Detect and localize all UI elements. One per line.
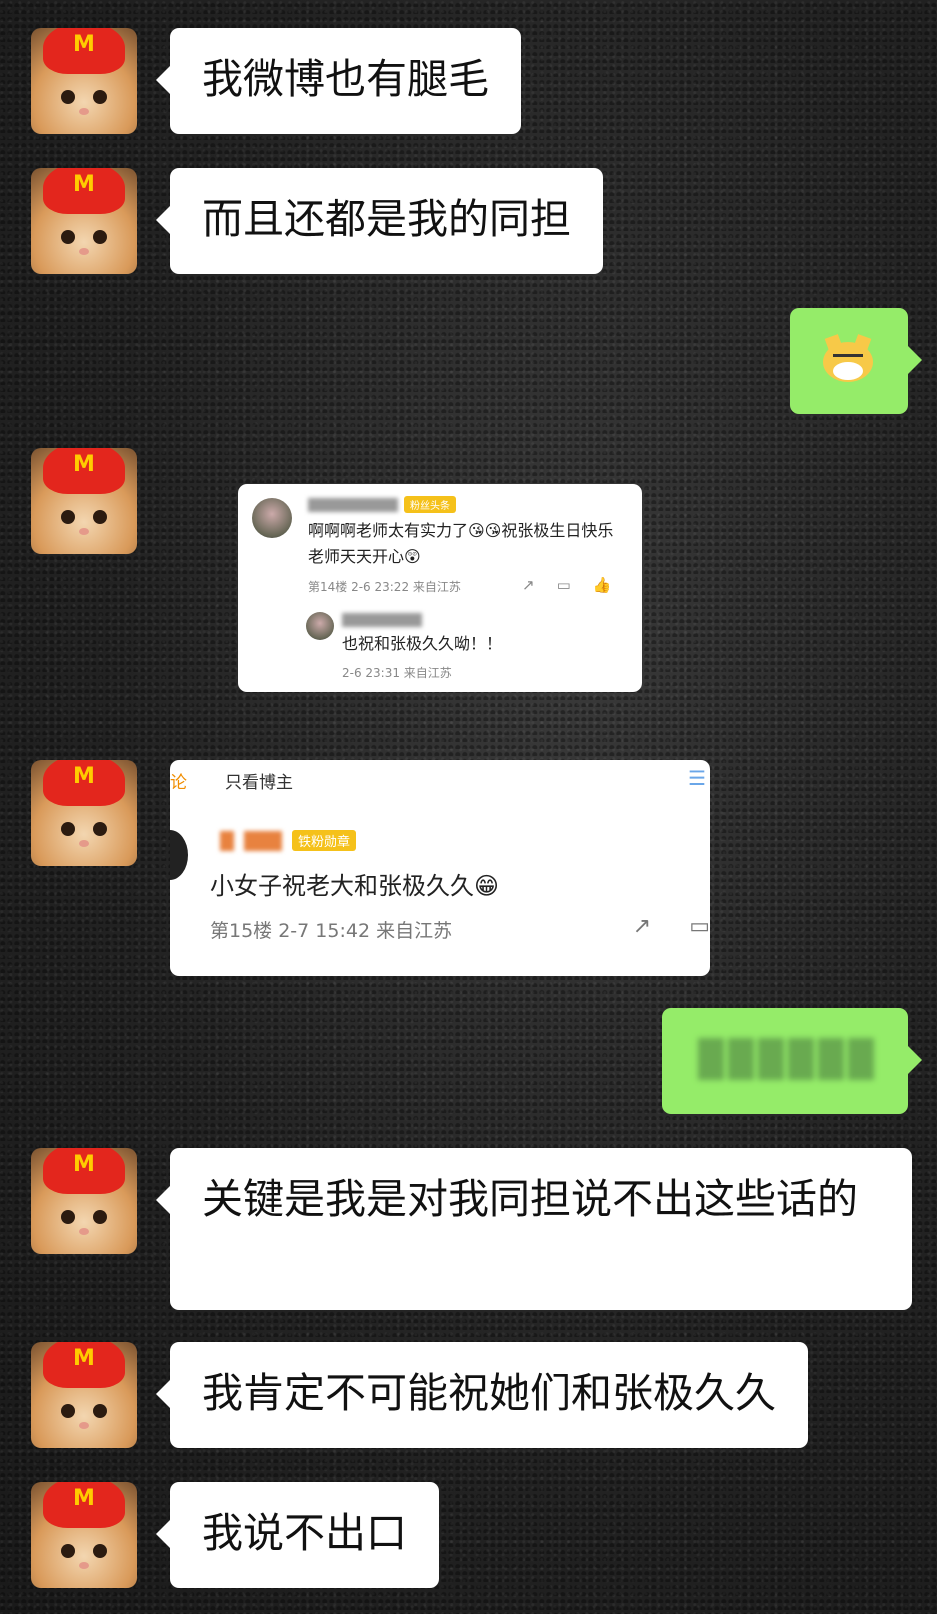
hat-icon: M bbox=[43, 760, 125, 806]
avatar[interactable]: M bbox=[31, 1342, 137, 1448]
image-message[interactable]: 论 只看博主 ☰ 铁粉勋章 小女子祝老大和张极久久😁 第15楼 2-7 15:4… bbox=[170, 760, 710, 976]
comment-meta: 第15楼 2-7 15:42 来自江苏 bbox=[210, 920, 453, 942]
message-text: 我微博也有腿毛 bbox=[202, 55, 489, 103]
avatar[interactable]: M bbox=[31, 28, 137, 134]
message-bubble[interactable]: 关键是我是对我同担说不出这些话的 bbox=[156, 1148, 912, 1310]
hat-icon: M bbox=[43, 1482, 125, 1528]
reply-text: 也祝和张极久久呦！！ bbox=[342, 634, 503, 653]
commenter-avatar bbox=[170, 830, 188, 880]
avatar[interactable]: M bbox=[31, 760, 137, 866]
avatar[interactable]: M bbox=[31, 1482, 137, 1588]
message-bubble-self[interactable] bbox=[662, 1008, 922, 1114]
hat-icon: M bbox=[43, 448, 125, 494]
commenter-name: 粉丝头条 bbox=[308, 496, 456, 513]
reply-avatar bbox=[306, 612, 334, 640]
message-text: 我说不出口 bbox=[202, 1509, 407, 1557]
share-icon: ↗ bbox=[632, 914, 652, 939]
avatar[interactable]: M bbox=[31, 1148, 137, 1254]
commenter-name: 铁粉勋章 bbox=[220, 830, 357, 851]
hat-icon: M bbox=[43, 168, 125, 214]
comment-text: 小女子祝老大和张极久久😁 bbox=[210, 872, 500, 900]
message-bubble[interactable]: 我说不出口 bbox=[156, 1482, 439, 1588]
message-bubble[interactable]: 我肯定不可能祝她们和张极久久 bbox=[156, 1342, 808, 1448]
hat-icon: M bbox=[43, 1148, 125, 1194]
comment-meta: 第14楼 2-6 23:22 来自江苏 bbox=[308, 580, 461, 594]
filter-only-poster: 只看博主 bbox=[225, 773, 293, 793]
hat-icon: M bbox=[43, 28, 125, 74]
avatar[interactable]: M bbox=[31, 168, 137, 274]
menu-icon: ☰ bbox=[688, 766, 706, 790]
share-icon: ↗ bbox=[522, 576, 535, 594]
like-icon: 👍 bbox=[592, 576, 612, 594]
fan-badge: 铁粉勋章 bbox=[292, 830, 357, 851]
fan-badge: 粉丝头条 bbox=[404, 496, 456, 513]
tab-comments: 论 bbox=[170, 773, 187, 793]
message-bubble[interactable]: 而且还都是我的同担 bbox=[156, 168, 603, 274]
message-text: 而且还都是我的同担 bbox=[202, 195, 571, 243]
comment-text: 啊啊啊老师太有实力了😘😘祝张极生日快乐 老师天天开心😲 bbox=[308, 521, 614, 566]
comment-icon: ▭ bbox=[689, 914, 710, 939]
hat-icon: M bbox=[43, 1342, 125, 1388]
comment-icon: ▭ bbox=[556, 576, 571, 594]
message-bubble-self[interactable] bbox=[790, 308, 922, 414]
censored-text bbox=[698, 1038, 874, 1080]
commenter-avatar bbox=[252, 498, 292, 538]
avatar[interactable]: M bbox=[31, 448, 137, 554]
message-text: 我肯定不可能祝她们和张极久久 bbox=[202, 1369, 776, 1417]
doge-emoji-icon bbox=[823, 334, 873, 382]
reply-meta: 2-6 23:31 来自江苏 bbox=[342, 666, 452, 680]
message-bubble[interactable]: 我微博也有腿毛 bbox=[156, 28, 521, 134]
message-text: 关键是我是对我同担说不出这些话的 bbox=[202, 1175, 858, 1223]
image-message[interactable]: 粉丝头条 啊啊啊老师太有实力了😘😘祝张极生日快乐 老师天天开心😲 第14楼 2-… bbox=[238, 484, 642, 692]
